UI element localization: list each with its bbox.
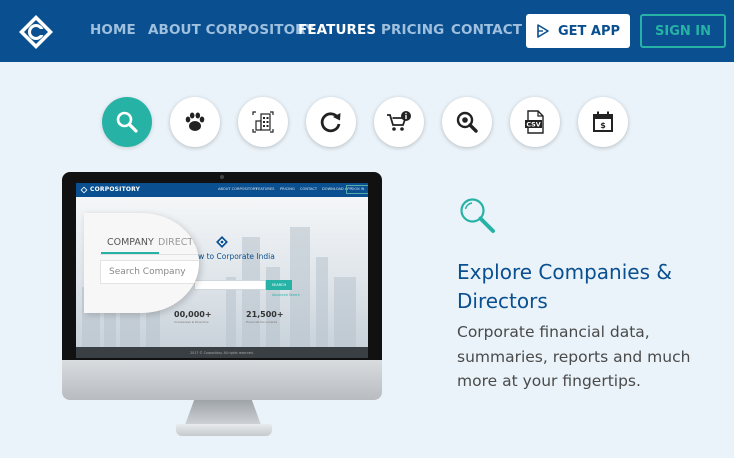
preview-stat-label: Financial Documents (246, 320, 278, 324)
monitor-camera (220, 175, 224, 179)
feature-headline: Explore Companies & Directors (457, 260, 672, 313)
nav-home-link[interactable]: HOME (90, 22, 136, 38)
svg-text:$: $ (600, 121, 606, 130)
preview-nav-link: ABOUT CORPOSITORY (218, 187, 258, 191)
zoom-icon (456, 111, 478, 133)
get-app-label: GET APP (557, 23, 621, 39)
sign-in-button[interactable]: SIGN IN (640, 14, 726, 48)
calendar-dollar-icon: $ (593, 111, 613, 132)
search-icon (458, 196, 496, 234)
preview-logo-icon (80, 186, 88, 194)
document-chart-icon (252, 111, 274, 133)
nav-features-link[interactable]: FEATURES (298, 22, 376, 38)
preview-nav-link: FEATURES (256, 187, 275, 191)
tab-company: COMPANY (107, 237, 154, 248)
preview-stat-label: Companies & Directors (174, 320, 209, 324)
search-icon (116, 111, 138, 133)
tab-directors: DIRECTO (158, 237, 199, 248)
monitor-stand (185, 400, 261, 425)
feature-zoom-button[interactable] (442, 97, 492, 147)
tab-divider (100, 254, 199, 255)
feature-report-button[interactable] (238, 97, 288, 147)
monitor-base (176, 424, 272, 436)
feature-csv-button[interactable]: CSV (510, 97, 560, 147)
magnifier-callout: COMPANY DIRECTO Search Company (84, 213, 199, 313)
get-app-button[interactable]: GET APP (526, 14, 630, 48)
sign-in-label: SIGN IN (655, 23, 711, 39)
nav-pricing-link[interactable]: PRICING (381, 22, 444, 38)
search-company-input: Search Company (100, 260, 199, 284)
preview-nav-link: CONTACT (300, 187, 318, 191)
preview-search-button: SEARCH (266, 280, 292, 290)
feature-paw-button[interactable] (170, 97, 220, 147)
refresh-icon (320, 112, 341, 133)
preview-hero-logo-icon (216, 236, 228, 248)
preview-stat-value: 00,000+ (174, 310, 212, 319)
preview-brand: CORPOSITORY (90, 186, 141, 193)
nav-contact-link[interactable]: CONTACT (451, 22, 522, 38)
preview-search-box (194, 280, 266, 290)
top-nav: HOME ABOUT CORPOSITORY FEATURES PRICING … (0, 0, 734, 62)
feature-search-button[interactable] (102, 97, 152, 147)
compository-logo-icon[interactable] (16, 12, 56, 52)
svg-text:CSV: CSV (526, 121, 540, 129)
play-icon (537, 24, 549, 38)
feature-description: Corporate financial data, summaries, rep… (457, 323, 691, 390)
feature-calendar-button[interactable]: $ (578, 97, 628, 147)
paw-icon (185, 112, 205, 131)
preview-nav-link: PRICING (280, 187, 295, 191)
feature-cart-button[interactable] (374, 97, 424, 147)
preview-stat-value: 21,500+ (246, 310, 284, 319)
preview-signin-button: SIGN IN (346, 185, 368, 194)
feature-refresh-button[interactable] (306, 97, 356, 147)
csv-file-icon: CSV (525, 110, 544, 134)
cart-info-icon (387, 111, 411, 131)
monitor-chin (62, 360, 382, 400)
preview-advanced-search: Advanced Search (272, 293, 300, 297)
preview-footer: 2017 © Corpository. All rights reserved. (76, 347, 368, 358)
preview-nav: CORPOSITORY ABOUT CORPOSITORY FEATURES P… (76, 183, 368, 197)
nav-about-link[interactable]: ABOUT CORPOSITORY (148, 22, 315, 38)
tab-active-underline (101, 252, 159, 254)
